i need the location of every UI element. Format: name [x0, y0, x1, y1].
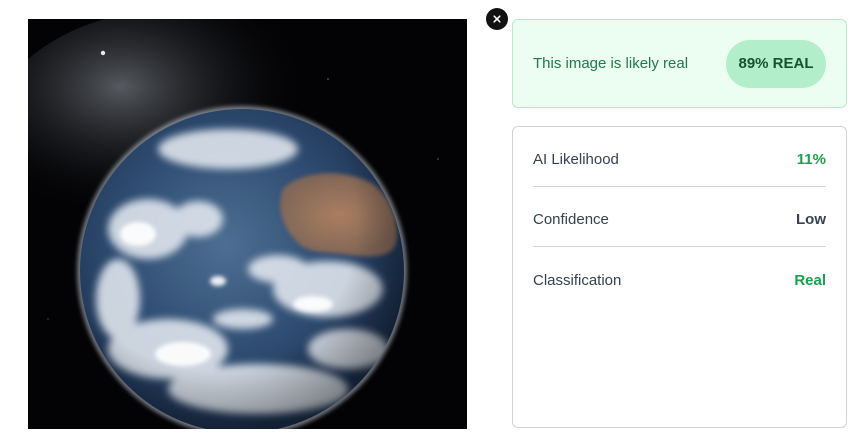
verdict-text: This image is likely real — [533, 55, 689, 72]
metric-row-confidence: Confidence Low — [533, 187, 826, 247]
earth-photo — [28, 19, 467, 429]
metric-value: 11% — [796, 151, 826, 168]
close-button[interactable] — [486, 8, 508, 30]
analyzed-image — [28, 19, 467, 429]
close-icon — [493, 15, 501, 23]
metrics-panel: AI Likelihood 11% Confidence Low Classif… — [512, 126, 847, 428]
verdict-banner: This image is likely real 89% REAL — [512, 19, 847, 108]
metric-label: Confidence — [533, 211, 609, 228]
metric-value: Real — [794, 271, 826, 289]
verdict-badge: 89% REAL — [726, 39, 826, 88]
metric-label: Classification — [533, 271, 622, 289]
metric-value: Low — [796, 211, 826, 228]
metric-row-ai-likelihood: AI Likelihood 11% — [533, 127, 826, 187]
metric-row-classification: Classification Real — [533, 247, 826, 307]
metric-label: AI Likelihood — [533, 151, 619, 168]
